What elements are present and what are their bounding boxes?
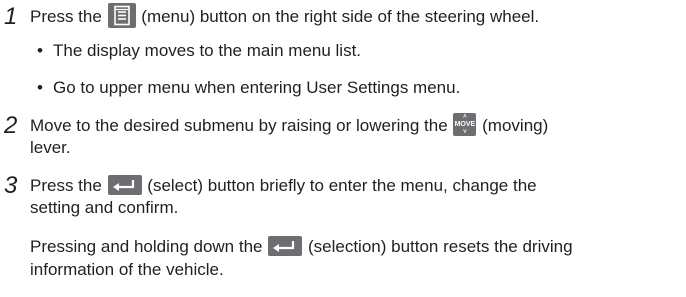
bullet-item: The display moves to the main menu list. <box>37 40 361 62</box>
step-number: 1 <box>4 3 18 30</box>
bullet-item: Go to upper menu when entering User Sett… <box>37 77 460 99</box>
step-3-text: Press the (select) button briefly to ent… <box>30 175 537 197</box>
step-text-after: (moving) <box>482 116 549 135</box>
note-text-before: Pressing and holding down the <box>30 237 263 256</box>
step-3-note-line-2: information of the vehicle. <box>30 260 224 279</box>
chevron-down-icon: ˅ <box>463 129 467 136</box>
step-text-before: Press the <box>30 7 102 26</box>
enter-arrow-icon <box>268 236 303 257</box>
step-number: 2 <box>4 112 18 139</box>
step-1-text: Press the (menu) button on the right sid… <box>30 3 540 29</box>
step-3-line-2: setting and confirm. <box>30 198 179 217</box>
step-number: 3 <box>4 172 18 199</box>
step-2-text: Move to the desired submenu by raising o… <box>30 113 549 137</box>
move-icon-label: MOVE <box>454 121 476 129</box>
chevron-up-icon: ˄ <box>463 114 467 121</box>
move-lever-icon: ˄ MOVE ˅ <box>453 113 477 137</box>
step-text-after: (menu) button on the right side of the s… <box>141 7 540 26</box>
step-3-note: Pressing and holding down the (selection… <box>30 236 573 258</box>
note-text-after: (selection) button resets the driving <box>307 237 573 256</box>
step-2-line-2: lever. <box>30 138 71 157</box>
menu-list-icon <box>107 3 136 29</box>
step-text-before: Press the <box>30 176 102 195</box>
step-text-after: (select) button briefly to enter the men… <box>147 176 537 195</box>
step-text-before: Move to the desired submenu by raising o… <box>30 116 448 135</box>
enter-arrow-icon <box>107 175 142 196</box>
